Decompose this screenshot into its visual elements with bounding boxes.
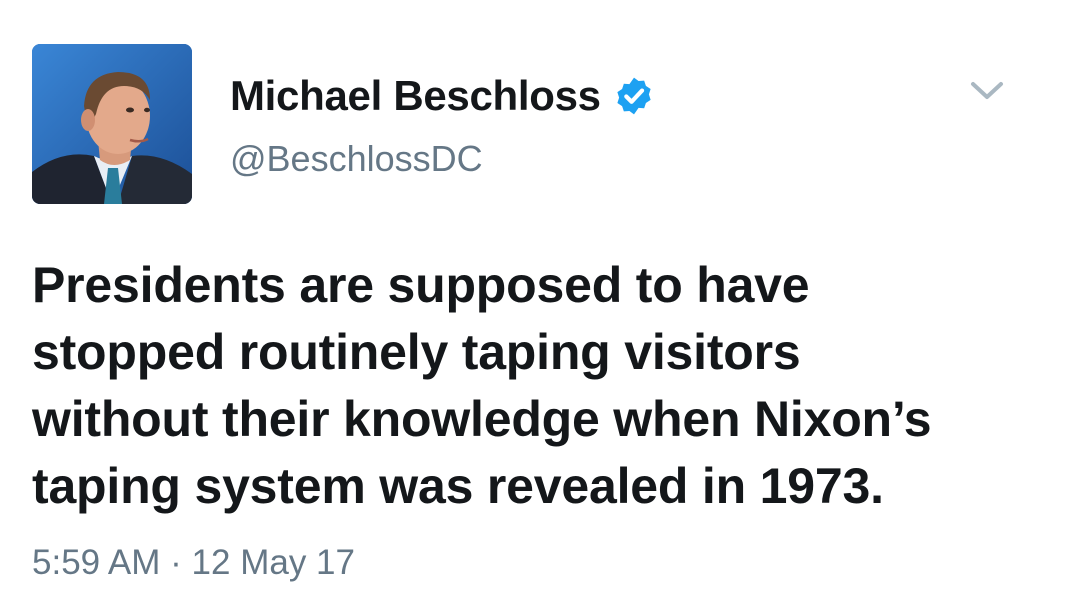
tweet-date: 12 May 17 xyxy=(191,543,355,582)
avatar-photo xyxy=(32,44,192,204)
tweet-text-line: taping system was revealed in 1973. xyxy=(32,458,884,514)
tweet-text-line: Presidents are supposed to have xyxy=(32,257,810,313)
author-row: Michael Beschloss xyxy=(230,72,655,120)
verified-badge-icon xyxy=(617,77,651,115)
tweet-timestamp[interactable]: 5:59 AM · 12 May 17 xyxy=(32,543,355,583)
tweet-text-line: without their knowledge when Nixon’s xyxy=(32,391,932,447)
user-handle[interactable]: @BeschlossDC xyxy=(230,138,483,180)
chevron-down-icon[interactable] xyxy=(968,76,1006,106)
tweet-card: Michael Beschloss @BeschlossDC President… xyxy=(0,0,1075,612)
display-name[interactable]: Michael Beschloss xyxy=(230,72,601,120)
tweet-text: Presidents are supposed to have stopped … xyxy=(32,252,1032,520)
timestamp-separator: · xyxy=(170,543,182,582)
tweet-text-line: stopped routinely taping visitors xyxy=(32,324,801,380)
avatar[interactable] xyxy=(32,44,192,204)
tweet-time: 5:59 AM xyxy=(32,543,161,582)
